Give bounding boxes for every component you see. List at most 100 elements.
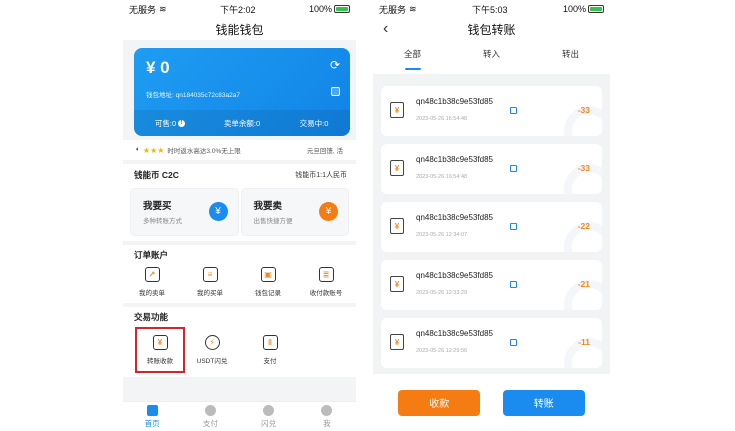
c2c-header: 钱能币 C2C 钱能币1:1人民币 <box>123 164 356 186</box>
tx-time: 2023-05-26 16:54:48 <box>416 116 468 122</box>
notice-bar[interactable]: 🔈︎ ★★★ 时时返水高达3.0%无上限 元旦回馈, 活 <box>123 140 356 160</box>
status-bar: 无服务 ≋ 下午5:03 100% <box>373 0 610 18</box>
battery-icon <box>334 5 350 13</box>
home-icon <box>146 404 158 416</box>
tx-time: 2023-05-26 16:54:48 <box>416 174 468 180</box>
tx-amount: -21 <box>577 279 590 289</box>
pay-icon <box>204 404 216 416</box>
carrier-label: 无服务 <box>379 4 407 15</box>
tx-amount: -33 <box>577 105 590 115</box>
trading-balance[interactable]: 交易中:0 <box>278 110 350 136</box>
tx-address: qn48c1b38c9e53fd85 <box>416 213 493 222</box>
tab-out[interactable]: 转出 <box>531 40 610 74</box>
tx-time: 2023-05-26 12:29:56 <box>416 348 468 354</box>
sell-order-icon: ↗ <box>144 267 160 282</box>
wifi-icon: ≋ <box>159 3 167 14</box>
wallet-records[interactable]: ▣ 钱包记录 <box>239 267 297 297</box>
notice-text-right: 元旦回馈, 活 <box>306 148 343 155</box>
status-bar: 无服务 ≋ 下午2:02 100% <box>123 0 356 18</box>
receive-button[interactable]: 收款 <box>398 389 481 416</box>
tx-time: 2023-05-26 12:34:07 <box>416 232 468 238</box>
available-balance[interactable]: 可售:0! <box>134 110 206 136</box>
clock: 下午5:03 <box>472 4 508 15</box>
flash-icon <box>263 404 275 416</box>
user-icon <box>321 404 333 416</box>
copy-icon[interactable] <box>510 165 517 172</box>
transaction-list: ¥ qn48c1b38c9e53fd85 2023-05-26 16:54:48… <box>373 74 610 368</box>
account-icon: ≣ <box>318 267 334 282</box>
lightning-icon: ⚡︎ <box>204 335 220 350</box>
copy-icon[interactable] <box>510 339 517 346</box>
tab-pay[interactable]: 支付 <box>181 402 239 431</box>
orders-title: 订单账户 <box>134 250 169 260</box>
orders-section: 订单账户 ↗ 我的卖单 ≡ 我的买单 ▣ 钱包记录 ≣ 收付款账号 <box>123 245 356 303</box>
battery-icon <box>588 5 604 13</box>
buy-icon: ¥ <box>208 202 228 221</box>
tab-in[interactable]: 转入 <box>452 40 531 74</box>
transfer-receive-button[interactable]: ¥ 转账收款 <box>135 327 185 373</box>
tab-flash[interactable]: 闪兑 <box>240 402 298 431</box>
tab-me[interactable]: 我 <box>298 402 356 431</box>
battery-label: 100% <box>562 4 586 14</box>
battery-label: 100% <box>308 4 332 14</box>
transfer-icon: ¥ <box>390 276 404 292</box>
c2c-rate: 钱能币1:1人民币 <box>295 172 347 179</box>
transfer-icon: ¥ <box>152 335 168 350</box>
back-icon[interactable]: ‹ <box>383 20 388 38</box>
sell-order-balance[interactable]: 卖单余额:0 <box>206 110 278 136</box>
tx-time: 2023-05-26 12:33:29 <box>416 290 468 296</box>
wallet-card: ¥ 0 ⟳ 钱包地址: qn184035c72c83a2a7 可售:0! 卖单余… <box>134 48 350 136</box>
transfer-icon: ¥ <box>390 218 404 234</box>
list-item[interactable]: ¥ qn48c1b38c9e53fd85 2023-05-26 12:34:07… <box>381 202 602 252</box>
pay-button[interactable]: ‖ 支付 <box>241 329 299 371</box>
action-bar: 收款 转账 <box>373 374 610 431</box>
wifi-icon: ≋ <box>409 3 417 14</box>
page-title: 钱包转账 <box>467 22 516 37</box>
filter-tabs: 全部 转入 转出 <box>373 40 610 74</box>
tx-amount: -11 <box>578 337 590 347</box>
list-item[interactable]: ¥ qn48c1b38c9e53fd85 2023-05-26 16:54:48… <box>381 144 602 194</box>
tx-amount: -22 <box>577 221 590 231</box>
info-icon[interactable]: ! <box>178 119 186 127</box>
copy-icon[interactable] <box>510 223 517 230</box>
tx-address: qn48c1b38c9e53fd85 <box>416 329 493 338</box>
tx-address: qn48c1b38c9e53fd85 <box>416 271 493 280</box>
tx-amount: -33 <box>577 163 590 173</box>
speaker-icon: 🔈︎ <box>136 146 140 153</box>
sell-button[interactable]: 我要卖 出售快捷方便 ¥ <box>241 189 348 235</box>
page-title: 钱能钱包 <box>123 18 356 40</box>
home-screen: 无服务 ≋ 下午2:02 100% 钱能钱包 ¥ 0 ⟳ 钱包地址: qn1840… <box>123 0 356 431</box>
tab-bar: 首页 支付 闪兑 我 <box>123 401 356 431</box>
wallet-balance: ¥ 0 <box>146 58 170 77</box>
trade-section: 交易功能 ¥ 转账收款 ⚡︎ USDT闪兑 ‖ 支付 <box>123 307 356 377</box>
sell-icon: ¥ <box>319 202 338 221</box>
transfer-button[interactable]: 转账 <box>502 389 585 416</box>
copy-icon[interactable] <box>510 107 517 114</box>
list-item[interactable]: ¥ qn48c1b38c9e53fd85 2023-05-26 12:29:56… <box>381 318 602 368</box>
transfer-screen: 无服务 ≋ 下午5:03 100% ‹ 钱包转账 全部 转入 转出 ¥ qn48c… <box>373 0 610 431</box>
my-sell-orders[interactable]: ↗ 我的卖单 <box>123 267 181 297</box>
list-item[interactable]: ¥ qn48c1b38c9e53fd85 2023-05-26 12:33:29… <box>381 260 602 310</box>
c2c-title: 钱能币 C2C <box>134 170 179 180</box>
copy-icon[interactable] <box>510 281 517 288</box>
notice-text: 时时返水高达3.0%无上限 <box>167 148 241 155</box>
wallet-address: 钱包地址: qn184035c72c83a2a7 <box>146 92 240 99</box>
clock: 下午2:02 <box>220 4 256 15</box>
transfer-icon: ¥ <box>390 102 404 118</box>
wallet-icon: ▣ <box>260 267 276 282</box>
usdt-flash-button[interactable]: ⚡︎ USDT闪兑 <box>183 329 241 371</box>
refresh-icon[interactable]: ⟳ <box>330 58 340 72</box>
copy-address-icon[interactable] <box>331 87 340 96</box>
buy-order-icon: ≡ <box>202 267 218 282</box>
payment-accounts[interactable]: ≣ 收付款账号 <box>297 267 355 297</box>
transfer-icon: ¥ <box>390 160 404 176</box>
buy-button[interactable]: 我要买 多种转账方式 ¥ <box>131 189 238 235</box>
tab-home[interactable]: 首页 <box>123 402 181 431</box>
tx-address: qn48c1b38c9e53fd85 <box>416 155 493 164</box>
tab-all[interactable]: 全部 <box>373 40 452 74</box>
list-item[interactable]: ¥ qn48c1b38c9e53fd85 2023-05-26 16:54:48… <box>381 86 602 136</box>
transfer-icon: ¥ <box>390 334 404 350</box>
tx-address: qn48c1b38c9e53fd85 <box>416 97 493 106</box>
trade-title: 交易功能 <box>134 312 169 322</box>
my-buy-orders[interactable]: ≡ 我的买单 <box>181 267 239 297</box>
